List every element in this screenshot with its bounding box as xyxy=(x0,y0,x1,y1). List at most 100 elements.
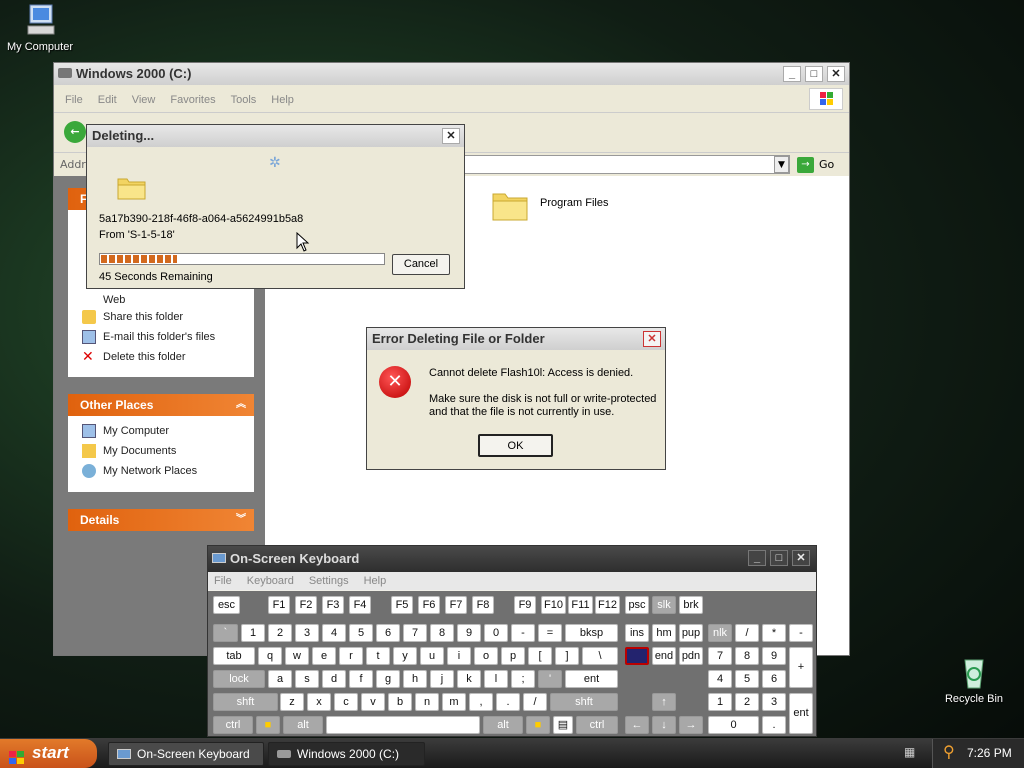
key-left-arrow[interactable]: ← xyxy=(625,716,649,734)
deleting-titlebar[interactable]: Deleting... ✕ xyxy=(87,125,464,147)
osk-menu-file[interactable]: File xyxy=(214,575,232,587)
key-t[interactable]: t xyxy=(366,647,390,665)
search-icon[interactable]: ⚲ xyxy=(943,744,955,762)
key-brk[interactable]: brk xyxy=(679,596,703,614)
key-2[interactable]: 2 xyxy=(268,624,292,642)
key-slk[interactable]: slk xyxy=(652,596,676,614)
menu-help[interactable]: Help xyxy=(271,94,294,106)
key-num-5[interactable]: 5 xyxy=(735,670,759,688)
address-dropdown-icon[interactable]: ▼ xyxy=(774,156,789,173)
start-button[interactable]: start xyxy=(0,739,97,768)
osk-menu-settings[interactable]: Settings xyxy=(309,575,349,587)
other-my-documents[interactable]: My Documents xyxy=(103,445,176,457)
maximize-button[interactable]: □ xyxy=(805,66,823,82)
key-backspace[interactable]: bksp xyxy=(565,624,618,642)
key-menu[interactable]: ▤ xyxy=(553,716,573,734)
key-f12[interactable]: F12 xyxy=(595,596,620,614)
key-right-shift[interactable]: shft xyxy=(550,693,618,711)
key-h[interactable]: h xyxy=(403,670,427,688)
task-share[interactable]: Share this folder xyxy=(103,311,183,323)
key-right-ctrl[interactable]: ctrl xyxy=(576,716,618,734)
key-z[interactable]: z xyxy=(280,693,304,711)
clock[interactable]: 7:26 PM xyxy=(967,746,1012,760)
key-num-1[interactable]: 1 xyxy=(708,693,732,711)
error-dialog[interactable]: Error Deleting File or Folder ✕ ✕ Cannot… xyxy=(366,327,666,470)
key-backslash[interactable]: \ xyxy=(582,647,618,665)
go-button[interactable]: Go xyxy=(819,158,834,171)
folder-program-files[interactable]: Program Files xyxy=(540,197,608,209)
key-x[interactable]: x xyxy=(307,693,331,711)
folder-icon[interactable] xyxy=(491,186,531,224)
my-computer-desktop-icon[interactable]: My Computer xyxy=(0,2,80,53)
recycle-bin-desktop-icon[interactable]: Recycle Bin xyxy=(934,654,1014,705)
menu-view[interactable]: View xyxy=(132,94,156,106)
minimize-button[interactable]: _ xyxy=(748,550,766,566)
key-enter[interactable]: ent xyxy=(565,670,618,688)
key-left-alt[interactable]: alt xyxy=(283,716,323,734)
key-1[interactable]: 1 xyxy=(241,624,265,642)
key-delete[interactable] xyxy=(625,647,649,665)
key-down-arrow[interactable]: ↓ xyxy=(652,716,676,734)
key-num-2[interactable]: 2 xyxy=(735,693,759,711)
key-num-8[interactable]: 8 xyxy=(735,647,759,665)
other-my-computer[interactable]: My Computer xyxy=(103,425,169,437)
key-k[interactable]: k xyxy=(457,670,481,688)
key-g[interactable]: g xyxy=(376,670,400,688)
key-f3[interactable]: F3 xyxy=(322,596,344,614)
close-button[interactable]: ✕ xyxy=(827,66,845,82)
key-num-3[interactable]: 3 xyxy=(762,693,786,711)
key-right-arrow[interactable]: → xyxy=(679,716,703,734)
key-up-arrow[interactable]: ↑ xyxy=(652,693,676,711)
key-w[interactable]: w xyxy=(285,647,309,665)
key-f10[interactable]: F10 xyxy=(541,596,566,614)
key-pagedown[interactable]: pdn xyxy=(679,647,703,665)
key-num-7[interactable]: 7 xyxy=(708,647,732,665)
key-e[interactable]: e xyxy=(312,647,336,665)
close-button[interactable]: ✕ xyxy=(792,550,810,566)
task-web[interactable]: Web xyxy=(103,294,125,306)
key-num-9[interactable]: 9 xyxy=(762,647,786,665)
key-minus[interactable]: - xyxy=(511,624,535,642)
key-left-ctrl[interactable]: ctrl xyxy=(213,716,253,734)
task-delete[interactable]: Delete this folder xyxy=(103,351,186,363)
close-button[interactable]: ✕ xyxy=(643,331,661,347)
key-f[interactable]: f xyxy=(349,670,373,688)
key-a[interactable]: a xyxy=(268,670,292,688)
osk-menu-keyboard[interactable]: Keyboard xyxy=(247,575,294,587)
key-u[interactable]: u xyxy=(420,647,444,665)
key-n[interactable]: n xyxy=(415,693,439,711)
key-ins[interactable]: ins xyxy=(625,624,649,642)
key-f5[interactable]: F5 xyxy=(391,596,413,614)
key-r[interactable]: r xyxy=(339,647,363,665)
error-titlebar[interactable]: Error Deleting File or Folder ✕ xyxy=(367,328,665,350)
key-5[interactable]: 5 xyxy=(349,624,373,642)
key-f9[interactable]: F9 xyxy=(514,596,536,614)
key-capslock[interactable]: lock xyxy=(213,670,265,688)
key-home[interactable]: hm xyxy=(652,624,676,642)
address-input[interactable] xyxy=(464,155,790,174)
key-d[interactable]: d xyxy=(322,670,346,688)
key-3[interactable]: 3 xyxy=(295,624,319,642)
key-8[interactable]: 8 xyxy=(430,624,454,642)
ok-button[interactable]: OK xyxy=(478,434,553,457)
key-num-4[interactable]: 4 xyxy=(708,670,732,688)
key-b[interactable]: b xyxy=(388,693,412,711)
key-0[interactable]: 0 xyxy=(484,624,508,642)
osk-titlebar[interactable]: On-Screen Keyboard _ □ ✕ xyxy=(208,546,816,572)
key-right-alt[interactable]: alt xyxy=(483,716,523,734)
key-period[interactable]: . xyxy=(496,693,520,711)
menu-file[interactable]: File xyxy=(65,94,83,106)
osk-menu-help[interactable]: Help xyxy=(364,575,387,587)
deleting-dialog[interactable]: Deleting... ✕ ✲ 5a17b390-218f-46f8-a064-… xyxy=(86,124,465,289)
back-icon[interactable]: ← xyxy=(64,121,86,143)
key-num-plus[interactable]: + xyxy=(789,647,813,688)
task-email[interactable]: E-mail this folder's files xyxy=(103,331,215,343)
key-y[interactable]: y xyxy=(393,647,417,665)
minimize-button[interactable]: _ xyxy=(783,66,801,82)
menu-tools[interactable]: Tools xyxy=(231,94,257,106)
key-f6[interactable]: F6 xyxy=(418,596,440,614)
other-my-network[interactable]: My Network Places xyxy=(103,465,197,477)
key-f2[interactable]: F2 xyxy=(295,596,317,614)
key-9[interactable]: 9 xyxy=(457,624,481,642)
key-l[interactable]: l xyxy=(484,670,508,688)
